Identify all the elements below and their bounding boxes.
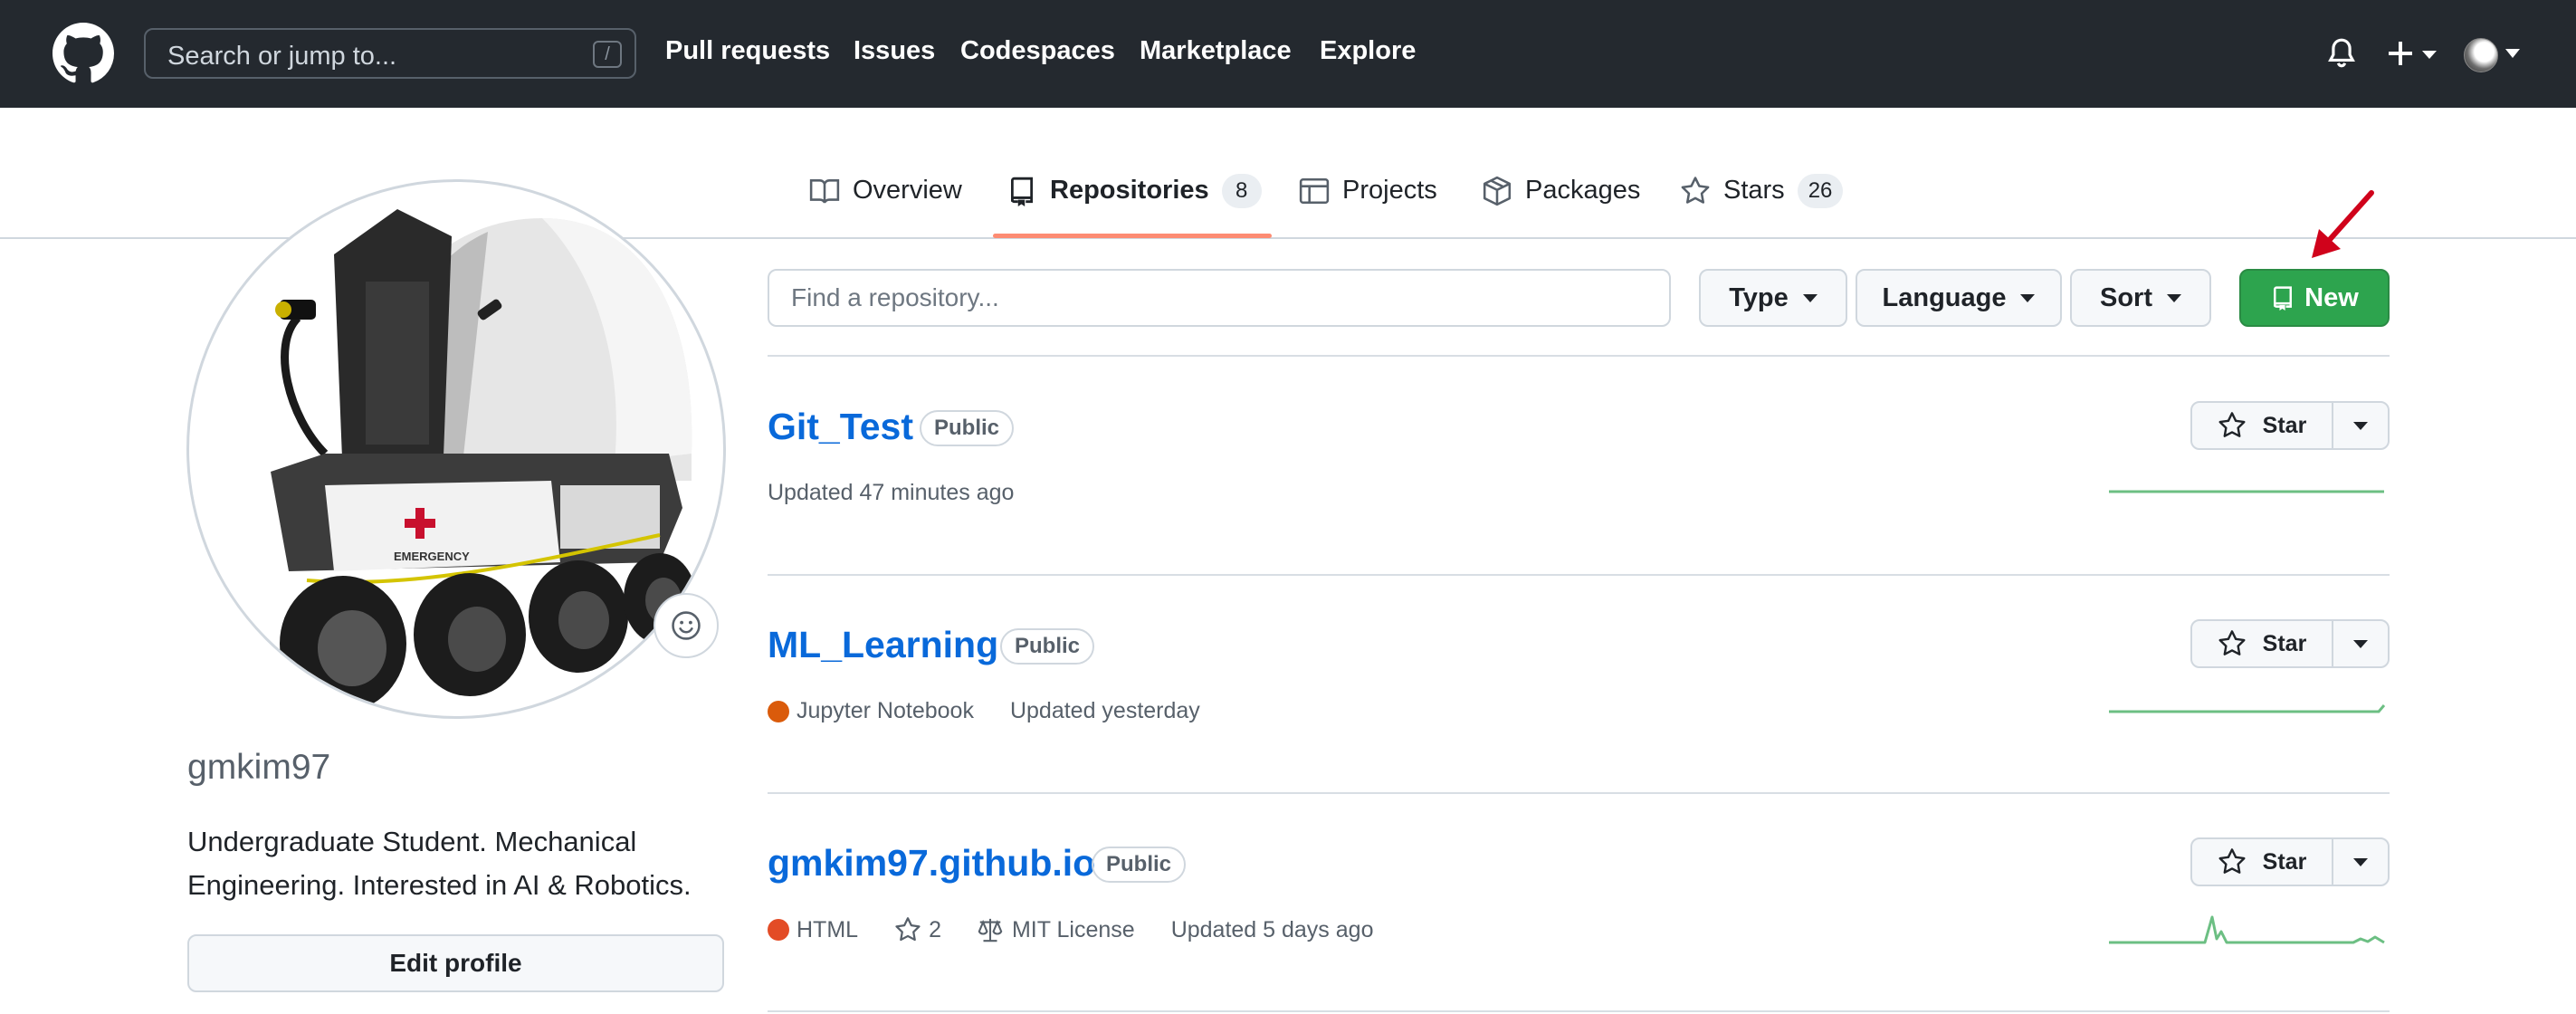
activity-sparkline	[2109, 704, 2386, 713]
star-button-label: Star	[2262, 848, 2307, 875]
notifications-bell-icon[interactable]	[2326, 37, 2357, 70]
package-icon	[1483, 176, 1512, 206]
tab-stars-label: Stars	[1723, 176, 1785, 205]
language-filter-label: Language	[1882, 282, 2007, 312]
star-icon[interactable]	[894, 916, 921, 943]
star-list-dropdown[interactable]	[2333, 621, 2388, 666]
caret-down-icon	[2353, 857, 2368, 866]
activity-sparkline	[2109, 915, 2385, 944]
repo-updated-text: Updated yesterday	[1009, 698, 1200, 723]
tab-packages-label: Packages	[1525, 176, 1641, 205]
caret-down-icon	[2020, 293, 2036, 302]
repo-name-link[interactable]: ML_Learning	[768, 624, 998, 666]
github-logo-icon[interactable]	[52, 23, 114, 84]
star-button-group: Star	[2190, 837, 2390, 886]
repo-license: MIT License	[1011, 916, 1135, 942]
tab-repositories[interactable]: Repositories 8	[1007, 174, 1262, 239]
repo-list-divider	[768, 355, 2390, 357]
create-new-plus-icon[interactable]	[2386, 38, 2440, 69]
activity-sparkline	[2109, 490, 2384, 493]
repo-name-link[interactable]: gmkim97.github.io	[768, 842, 1095, 885]
star-button[interactable]: Star	[2192, 403, 2333, 448]
new-repository-button[interactable]: New	[2239, 269, 2390, 327]
type-filter-label: Type	[1729, 282, 1789, 312]
set-status-button[interactable]	[654, 593, 719, 658]
edit-profile-button[interactable]: Edit profile	[187, 934, 724, 992]
star-button-group: Star	[2190, 401, 2390, 450]
star-button[interactable]: Star	[2192, 839, 2333, 885]
user-avatar-menu[interactable]	[2464, 38, 2498, 72]
star-list-dropdown[interactable]	[2333, 403, 2388, 448]
find-repository-input[interactable]	[768, 269, 1671, 327]
visibility-badge: Public	[1000, 628, 1095, 665]
repo-meta: Updated 47 minutes ago	[768, 480, 1014, 506]
star-button-group: Star	[2190, 619, 2390, 668]
global-search-input[interactable]: Search or jump to... /	[144, 28, 636, 79]
repo-icon	[2274, 286, 2293, 311]
star-list-dropdown[interactable]	[2333, 839, 2388, 885]
sort-button[interactable]: Sort	[2070, 269, 2211, 327]
star-icon	[2218, 848, 2246, 874]
repo-name-link[interactable]: Git_Test	[768, 406, 913, 448]
star-icon	[1681, 177, 1710, 204]
star-icon	[2218, 630, 2246, 655]
nav-explore[interactable]: Explore	[1320, 36, 1416, 66]
star-button-label: Star	[2262, 630, 2307, 656]
stars-count-badge: 26	[1797, 174, 1844, 208]
new-button-label: New	[2304, 282, 2359, 312]
caret-down-icon	[1802, 293, 1818, 302]
smiley-icon	[672, 611, 701, 640]
repo-updated-text: Updated 47 minutes ago	[768, 480, 1015, 505]
profile-bio: Undergraduate Student. Mechanical Engine…	[187, 826, 692, 901]
caret-down-icon	[2353, 421, 2368, 430]
annotation-arrow-icon	[2312, 190, 2374, 258]
repo-list-divider	[768, 792, 2390, 794]
profile-username: gmkim97	[187, 748, 331, 787]
robot-label-text: EMERGENCY	[394, 550, 470, 563]
nav-codespaces[interactable]: Codespaces	[960, 36, 1115, 66]
repo-language: HTML	[797, 916, 859, 942]
repo-language: Jupyter Notebook	[797, 698, 974, 723]
tab-repositories-label: Repositories	[1050, 176, 1209, 205]
nav-pull-requests[interactable]: Pull requests	[665, 36, 830, 66]
caret-down-icon	[2167, 293, 2181, 302]
tab-overview[interactable]: Overview	[809, 174, 962, 239]
repo-updated-text: Updated 5 days ago	[1170, 916, 1374, 942]
tab-projects-label: Projects	[1342, 176, 1437, 205]
global-header: Search or jump to... / Pull requests Iss…	[0, 0, 2576, 108]
nav-marketplace[interactable]: Marketplace	[1140, 36, 1292, 66]
profile-avatar[interactable]: EMERGENCY	[186, 179, 726, 719]
book-icon	[809, 179, 840, 204]
chevron-down-icon[interactable]	[2505, 49, 2520, 58]
repositories-count-badge: 8	[1221, 174, 1262, 208]
tab-projects[interactable]: Projects	[1299, 174, 1437, 239]
sort-label: Sort	[2100, 282, 2152, 312]
law-scale-icon	[978, 918, 1003, 942]
repo-list-divider	[768, 574, 2390, 576]
type-filter-button[interactable]: Type	[1699, 269, 1847, 327]
repo-meta: HTML 2 MIT License Updated 5 days ago	[768, 916, 1373, 943]
language-color-dot	[768, 700, 789, 722]
robot-avatar-image: EMERGENCY	[271, 209, 696, 712]
star-button-label: Star	[2262, 412, 2307, 438]
star-button[interactable]: Star	[2192, 621, 2333, 666]
tab-overview-label: Overview	[853, 176, 962, 205]
table-icon	[1299, 177, 1330, 205]
visibility-badge: Public	[920, 410, 1015, 446]
star-icon	[2218, 412, 2246, 437]
repo-list-divider	[768, 1010, 2390, 1012]
search-placeholder: Search or jump to...	[167, 42, 397, 71]
repo-icon	[1010, 177, 1034, 206]
active-tab-indicator	[993, 234, 1272, 238]
nav-issues[interactable]: Issues	[854, 36, 935, 66]
tab-stars[interactable]: Stars 26	[1680, 174, 1844, 239]
tab-packages[interactable]: Packages	[1482, 174, 1640, 239]
language-filter-button[interactable]: Language	[1856, 269, 2062, 327]
visibility-badge: Public	[1092, 847, 1187, 883]
search-shortcut-key: /	[593, 41, 622, 68]
repo-meta: Jupyter Notebook Updated yesterday	[768, 698, 1200, 724]
repo-star-count[interactable]: 2	[929, 917, 941, 943]
language-color-dot	[768, 919, 789, 941]
caret-down-icon	[2353, 639, 2368, 648]
